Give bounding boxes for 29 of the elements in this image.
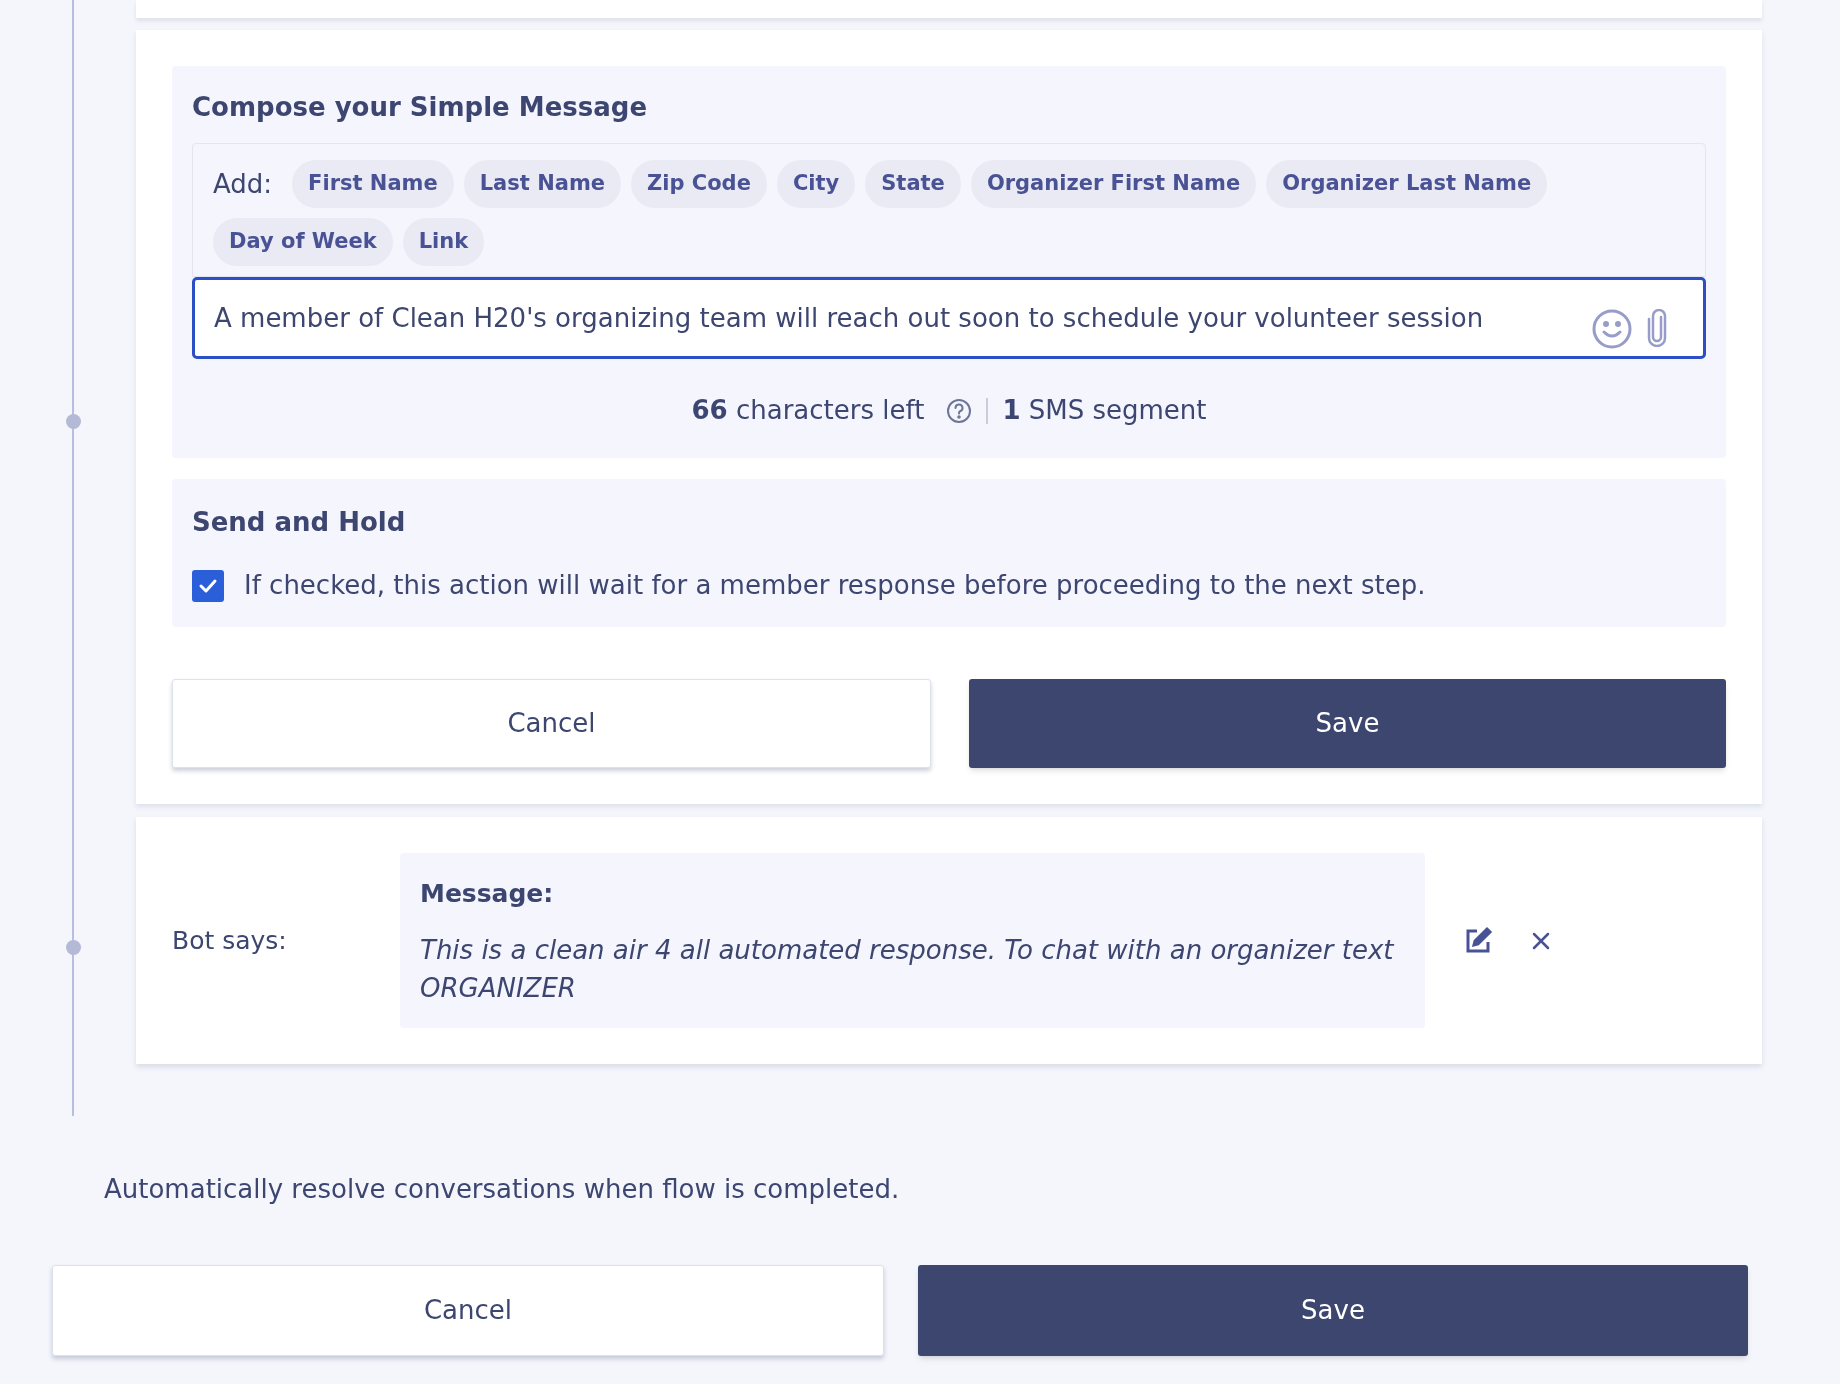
auto-resolve-text: Automatically resolve conversations when flow is completed. bbox=[104, 1174, 900, 1204]
paperclip-icon[interactable] bbox=[1646, 309, 1668, 347]
section-title: Compose your Simple Message bbox=[192, 91, 649, 124]
merge-field-chip[interactable]: Day of Week bbox=[213, 218, 393, 266]
cancel-button[interactable]: Cancel bbox=[52, 1265, 884, 1356]
merge-field-chip[interactable]: Last Name bbox=[463, 160, 621, 208]
smiley-icon[interactable] bbox=[1592, 309, 1632, 349]
segment-count-text: 1 SMS segment bbox=[1002, 394, 1207, 427]
characters-left-text: 66 characters left bbox=[691, 394, 925, 427]
message-title: Message: bbox=[420, 878, 555, 910]
merge-field-chip[interactable]: First Name bbox=[292, 160, 454, 208]
merge-field-chip[interactable]: Link bbox=[402, 218, 485, 266]
close-icon[interactable] bbox=[1531, 930, 1551, 951]
add-label: Add: bbox=[213, 167, 273, 201]
merge-field-chip[interactable]: State bbox=[865, 160, 961, 208]
cancel-button[interactable]: Cancel bbox=[172, 679, 931, 768]
checkbox-label: If checked, this action will wait for a member response before proceeding to the next step. bbox=[244, 569, 1426, 602]
save-button[interactable]: Save bbox=[918, 1265, 1748, 1356]
merge-field-chip[interactable]: Zip Code bbox=[631, 160, 767, 208]
section-title: Send and Hold bbox=[192, 506, 407, 539]
merge-field-chip[interactable]: Organizer Last Name bbox=[1266, 160, 1548, 208]
help-icon[interactable] bbox=[946, 397, 973, 424]
message-text: This is a clean air 4 all automated response. To chat with an organizer text ORGANIZER bbox=[420, 933, 1395, 1005]
merge-field-chip[interactable]: Organizer First Name bbox=[970, 160, 1257, 208]
save-button[interactable]: Save bbox=[969, 679, 1726, 768]
bot-says-label: Bot says: bbox=[172, 924, 288, 957]
merge-field-chip[interactable]: City bbox=[776, 160, 856, 208]
message-input[interactable]: A member of Clean H20's organizing team will reach out soon to schedule your volunteer session bbox=[192, 277, 1706, 359]
checkbox[interactable] bbox=[192, 569, 224, 602]
